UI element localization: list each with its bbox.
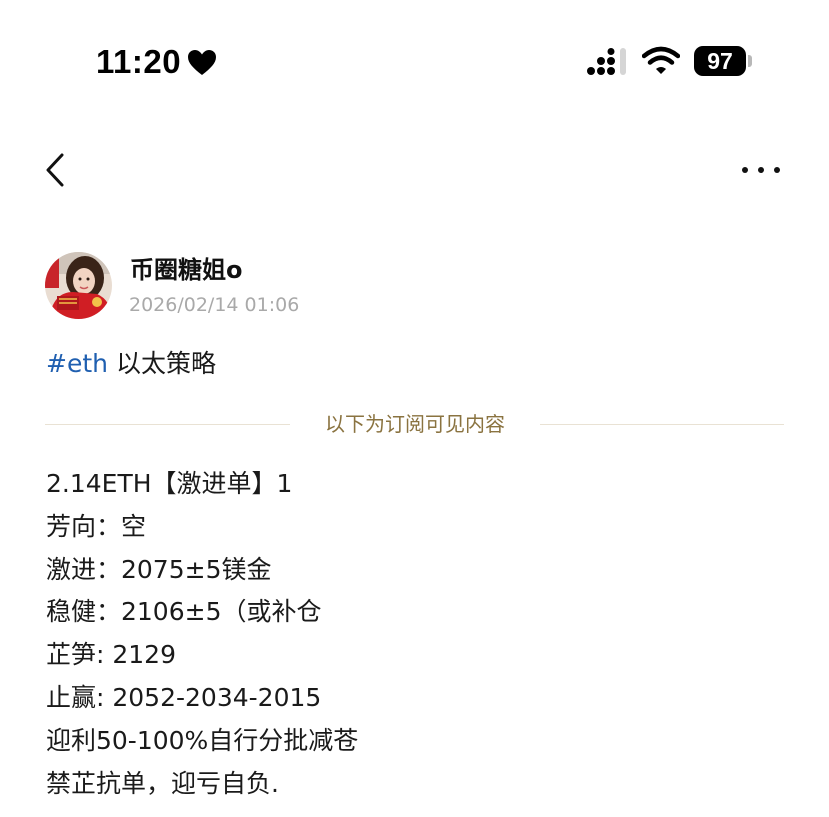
battery-icon: 97 xyxy=(694,46,746,76)
avatar[interactable] xyxy=(45,252,112,319)
body-line: 止赢: 2052-2034-2015 xyxy=(46,682,322,712)
body-line: 激进：2075±5镁金 xyxy=(46,554,272,584)
post-body: 2.14ETH【激进单】1 芳向：空 激进：2075±5镁金 稳健：2106±5… xyxy=(46,463,358,805)
body-line: 2.14ETH【激进单】1 xyxy=(46,469,293,498)
post-title: #eth 以太策略 xyxy=(46,346,216,382)
more-icon[interactable] xyxy=(740,162,782,178)
divider-line-right xyxy=(540,424,784,425)
post-title-text: 以太策略 xyxy=(115,349,216,378)
body-line: 芳向：空 xyxy=(46,511,147,541)
signal-icon xyxy=(587,48,626,75)
author-name[interactable]: 币圈糖姐o xyxy=(130,254,243,286)
battery-cap xyxy=(748,55,752,67)
heart-icon xyxy=(188,50,216,75)
subscriber-divider-label: 以下为订阅可见内容 xyxy=(325,412,505,436)
body-line: 稳健：2106±5（或补仓 xyxy=(46,597,322,627)
body-line: 禁芷抗单，迎亏自负. xyxy=(46,768,279,798)
status-time: 11:20 xyxy=(96,43,182,80)
back-icon[interactable] xyxy=(42,152,68,188)
wifi-icon xyxy=(642,46,680,74)
body-line: 迎利50-100%自行分批减苍 xyxy=(46,725,359,755)
body-line: 芷笋: 2129 xyxy=(46,640,176,670)
hashtag-link[interactable]: #eth xyxy=(46,349,108,378)
divider-line-left xyxy=(45,424,290,425)
post-detail-screen: 11:20 97 币圈糖姐o 2026/02/14 01:06 #eth 以太策… xyxy=(0,0,829,817)
post-timestamp: 2026/02/14 01:06 xyxy=(129,294,300,316)
